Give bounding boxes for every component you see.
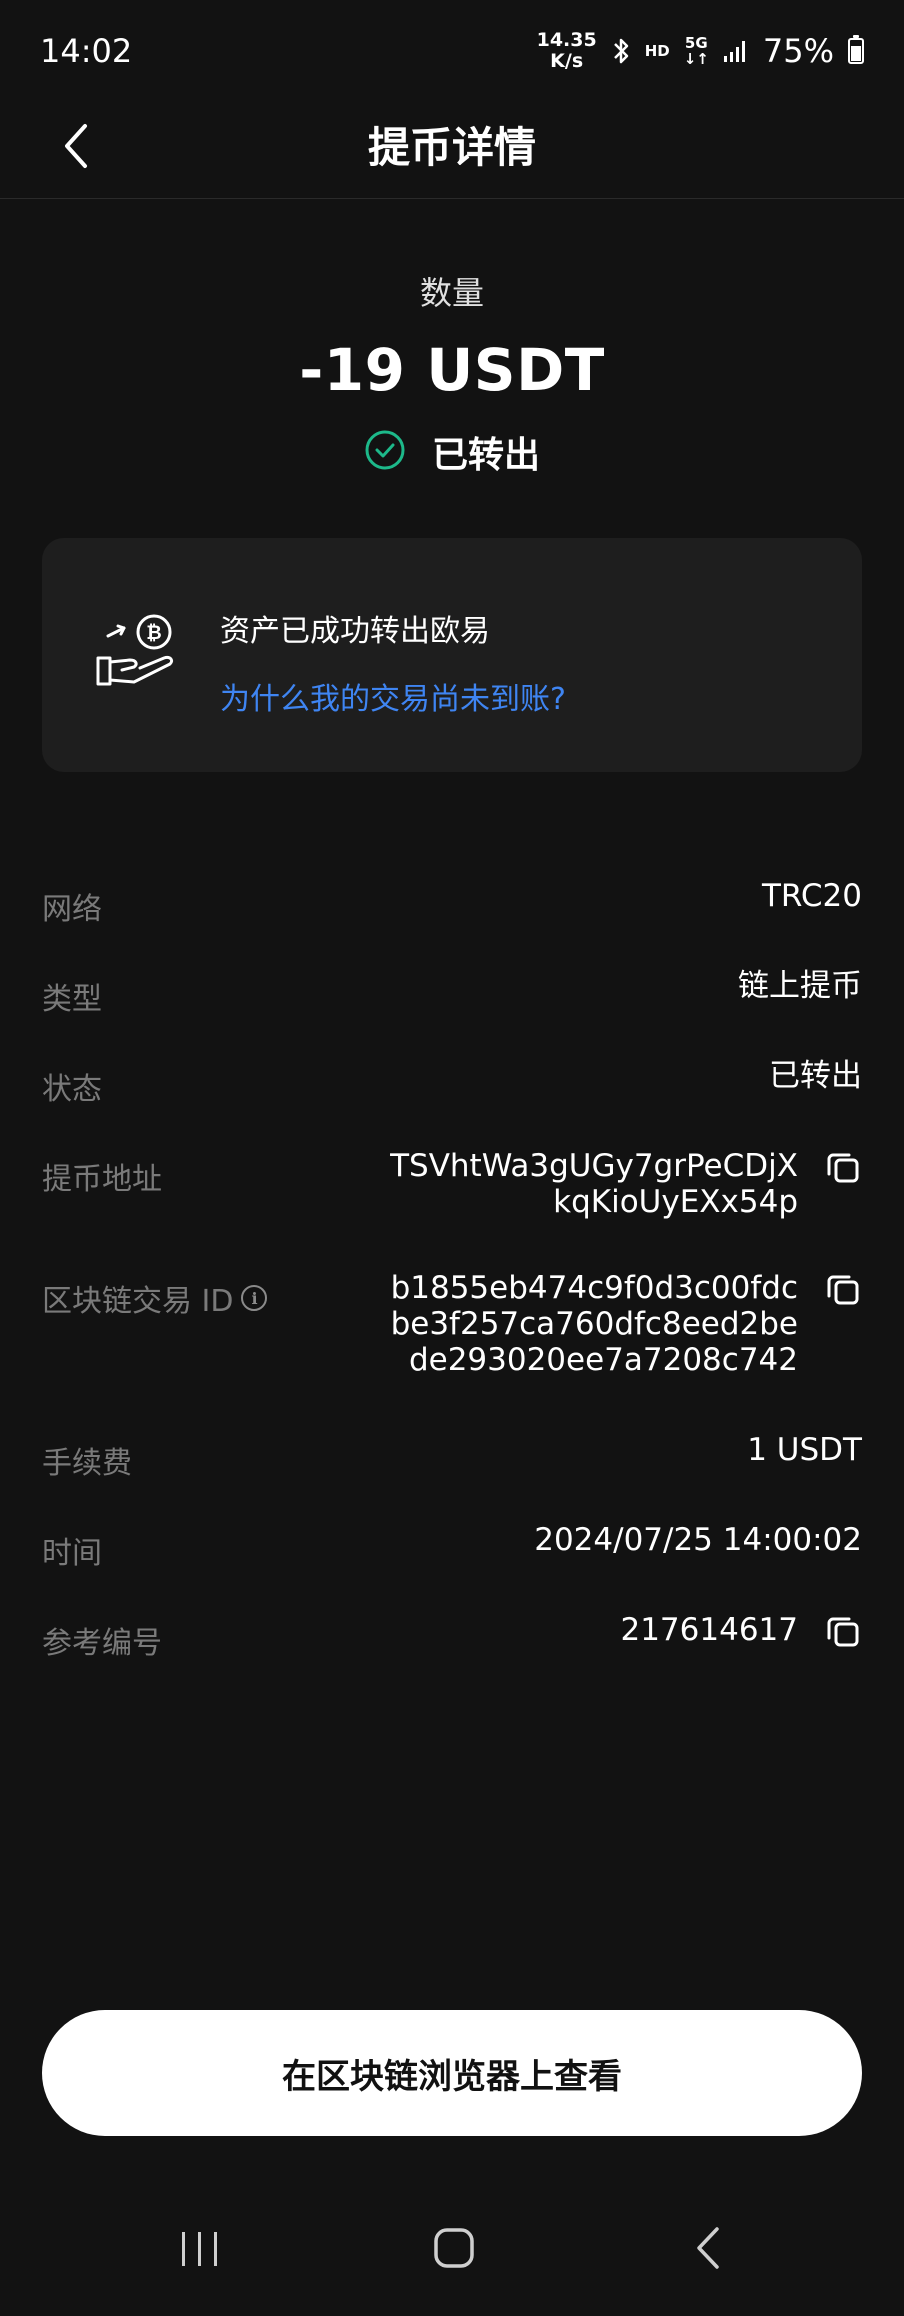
copy-icon [825, 1271, 861, 1311]
copy-reference-button[interactable] [824, 1614, 862, 1652]
page-title: 提币详情 [367, 123, 536, 172]
header: 提币详情 [0, 100, 904, 199]
why-not-arrived-link[interactable]: 为什么我的交易尚未到账? [220, 674, 566, 718]
network-speed-unit: K/s [550, 50, 584, 72]
battery-icon [848, 35, 864, 64]
status-icons: 14.35 K/s HD 5G ↓↑ 75% [537, 26, 864, 76]
txid-line-1: b1855eb474c9f0d3c00fdc [390, 1270, 798, 1306]
status-bar: 14:02 14.35 K/s HD 5G ↓↑ 75% [0, 0, 904, 100]
network-type: 5G ↓↑ [684, 35, 709, 67]
data-arrows-icon: ↓↑ [683, 50, 709, 68]
back-icon [693, 2225, 723, 2275]
transfer-status: 已转出 [0, 426, 904, 478]
txid-value: b1855eb474c9f0d3c00fdc be3f257ca760dfc8e… [391, 1270, 798, 1378]
info-card: ₿ 资产已成功转出欧易 为什么我的交易尚未到账? [42, 538, 862, 772]
copy-txid-button[interactable] [824, 1272, 862, 1310]
fee-label: 手续费 [42, 1446, 132, 1481]
address-label: 提币地址 [42, 1162, 162, 1197]
hand-bitcoin-icon: ₿ [94, 612, 178, 696]
status-time: 14:02 [40, 32, 133, 70]
recents-icon [178, 2228, 222, 2272]
network-label: 网络 [42, 892, 102, 927]
status-label: 状态 [42, 1072, 102, 1107]
copy-icon [825, 1149, 861, 1189]
address-value: TSVhtWa3gUGy7grPeCDjX kqKioUyEXx54p [390, 1148, 798, 1220]
address-line-1: TSVhtWa3gUGy7grPeCDjX [390, 1148, 798, 1184]
nav-back-button[interactable] [668, 2210, 748, 2290]
network-type-label: 5G [684, 34, 708, 52]
amount-value: -19 USDT [299, 336, 605, 404]
check-circle-icon [364, 429, 406, 475]
bluetooth-icon [611, 36, 631, 66]
type-label: 类型 [42, 982, 102, 1017]
copy-address-button[interactable] [824, 1150, 862, 1188]
status-text: 已转出 [431, 435, 540, 476]
battery-percent: 75% [762, 32, 834, 70]
type-value: 链上提币 [738, 968, 862, 1004]
recents-button[interactable] [160, 2210, 240, 2290]
copy-icon [825, 1613, 861, 1653]
info-icon[interactable]: i [241, 1285, 268, 1311]
txid-label-group: 区块链交易 ID i [42, 1276, 268, 1320]
signal-icon [723, 38, 749, 64]
reference-label: 参考编号 [42, 1626, 162, 1661]
network-value: TRC20 [761, 878, 862, 914]
txid-label: 区块链交易 ID [42, 1284, 234, 1319]
status-value: 已转出 [769, 1058, 862, 1094]
time-label: 时间 [42, 1536, 102, 1571]
fee-value: 1 USDT [747, 1432, 862, 1468]
hd-label: HD [644, 42, 670, 60]
svg-text:₿: ₿ [146, 622, 161, 644]
amount-label: 数量 [419, 274, 484, 312]
reference-value: 217614617 [620, 1612, 798, 1648]
txid-line-3: de293020ee7a7208c742 [408, 1342, 798, 1378]
network-speed-value: 14.35 [536, 29, 597, 51]
network-speed: 14.35 K/s [537, 30, 597, 72]
home-button[interactable] [414, 2210, 494, 2290]
card-title: 资产已成功转出欧易 [220, 614, 490, 649]
address-line-2: kqKioUyEXx54p [553, 1184, 798, 1220]
txid-line-2: be3f257ca760dfc8eed2be [390, 1306, 798, 1342]
time-value: 2024/07/25 14:00:02 [534, 1522, 862, 1558]
system-nav-bar [0, 2210, 904, 2316]
view-on-explorer-button[interactable]: 在区块链浏览器上查看 [42, 2010, 862, 2136]
home-icon [432, 2226, 476, 2274]
